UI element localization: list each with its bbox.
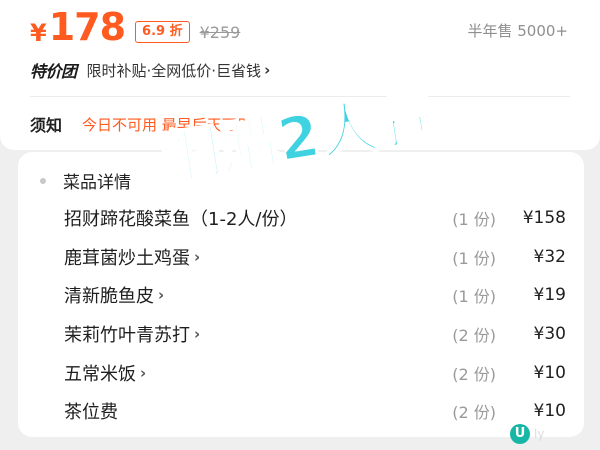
dish-quantity: (1 份) bbox=[452, 248, 496, 268]
dish-row: 招财蹄花酸菜鱼（1-2人/份） (1 份) ¥158 bbox=[64, 199, 566, 238]
watermark-logo-icon: U bbox=[510, 424, 530, 444]
dish-price: ¥19 bbox=[533, 285, 566, 306]
dish-name: 鹿茸菌炒土鸡蛋 bbox=[64, 247, 190, 269]
dish-quantity: (2 份) bbox=[452, 326, 496, 346]
section-title: 菜品详情 bbox=[63, 173, 131, 193]
chevron-right-icon: › bbox=[140, 363, 147, 382]
bullet-dot-icon bbox=[40, 177, 46, 184]
promo-text: 限时补贴·全网低价·巨省钱 bbox=[86, 61, 262, 80]
chevron-right-icon: › bbox=[194, 247, 201, 266]
dish-quantity: (1 份) bbox=[452, 210, 496, 230]
dish-price: ¥30 bbox=[533, 324, 566, 345]
menu-details-card: 菜品详情 招财蹄花酸菜鱼（1-2人/份） (1 份) ¥158 鹿茸菌炒土鸡蛋 … bbox=[18, 152, 584, 437]
original-price: ¥259 bbox=[199, 23, 241, 42]
dish-quantity: (1 份) bbox=[452, 287, 496, 307]
chevron-right-icon: › bbox=[264, 61, 271, 79]
dish-row[interactable]: 鹿茸菌炒土鸡蛋 › (1 份) ¥32 bbox=[64, 238, 566, 277]
dish-row[interactable]: 清新脆鱼皮 › (1 份) ¥19 bbox=[64, 276, 566, 315]
dish-row: 茶位费 (2 份) ¥10 bbox=[64, 392, 566, 431]
discount-badge: 6.9 折 bbox=[135, 21, 190, 43]
dish-row[interactable]: 茉莉竹叶青苏打 › (2 份) ¥30 bbox=[64, 315, 566, 354]
notice-label: 须知 bbox=[30, 116, 63, 135]
dish-quantity: (2 份) bbox=[452, 403, 496, 423]
dish-name: 五常米饭 bbox=[64, 363, 136, 385]
dish-name: 茶位费 bbox=[64, 402, 118, 424]
dish-price: ¥10 bbox=[533, 401, 566, 422]
dish-price: ¥158 bbox=[522, 208, 566, 229]
watermark-text: ly bbox=[534, 427, 545, 441]
dish-price: ¥10 bbox=[533, 362, 566, 383]
dish-name: 清新脆鱼皮 bbox=[64, 286, 154, 308]
dish-name: 招财蹄花酸菜鱼（1-2人/份） bbox=[64, 209, 298, 231]
chevron-right-icon: › bbox=[194, 325, 201, 344]
currency-symbol: ¥ bbox=[30, 19, 47, 47]
sales-count: 半年售 5000+ bbox=[467, 22, 568, 40]
promo-row[interactable]: 特价团 限时补贴·全网低价·巨省钱 › bbox=[30, 58, 270, 82]
dish-name: 茉莉竹叶青苏打 bbox=[64, 325, 190, 347]
price-row: ¥ 178 6.9 折 ¥259 bbox=[30, 4, 240, 50]
dish-row[interactable]: 五常米饭 › (2 份) ¥10 bbox=[64, 353, 566, 392]
chevron-right-icon: › bbox=[158, 286, 165, 305]
deal-price: 178 bbox=[48, 5, 126, 49]
special-deal-logo: 特价团 bbox=[30, 62, 77, 81]
dish-price: ¥32 bbox=[533, 246, 566, 267]
section-header: 菜品详情 bbox=[40, 168, 131, 193]
dish-quantity: (2 份) bbox=[452, 364, 496, 384]
dish-list: 招财蹄花酸菜鱼（1-2人/份） (1 份) ¥158 鹿茸菌炒土鸡蛋 › (1 … bbox=[64, 199, 566, 431]
